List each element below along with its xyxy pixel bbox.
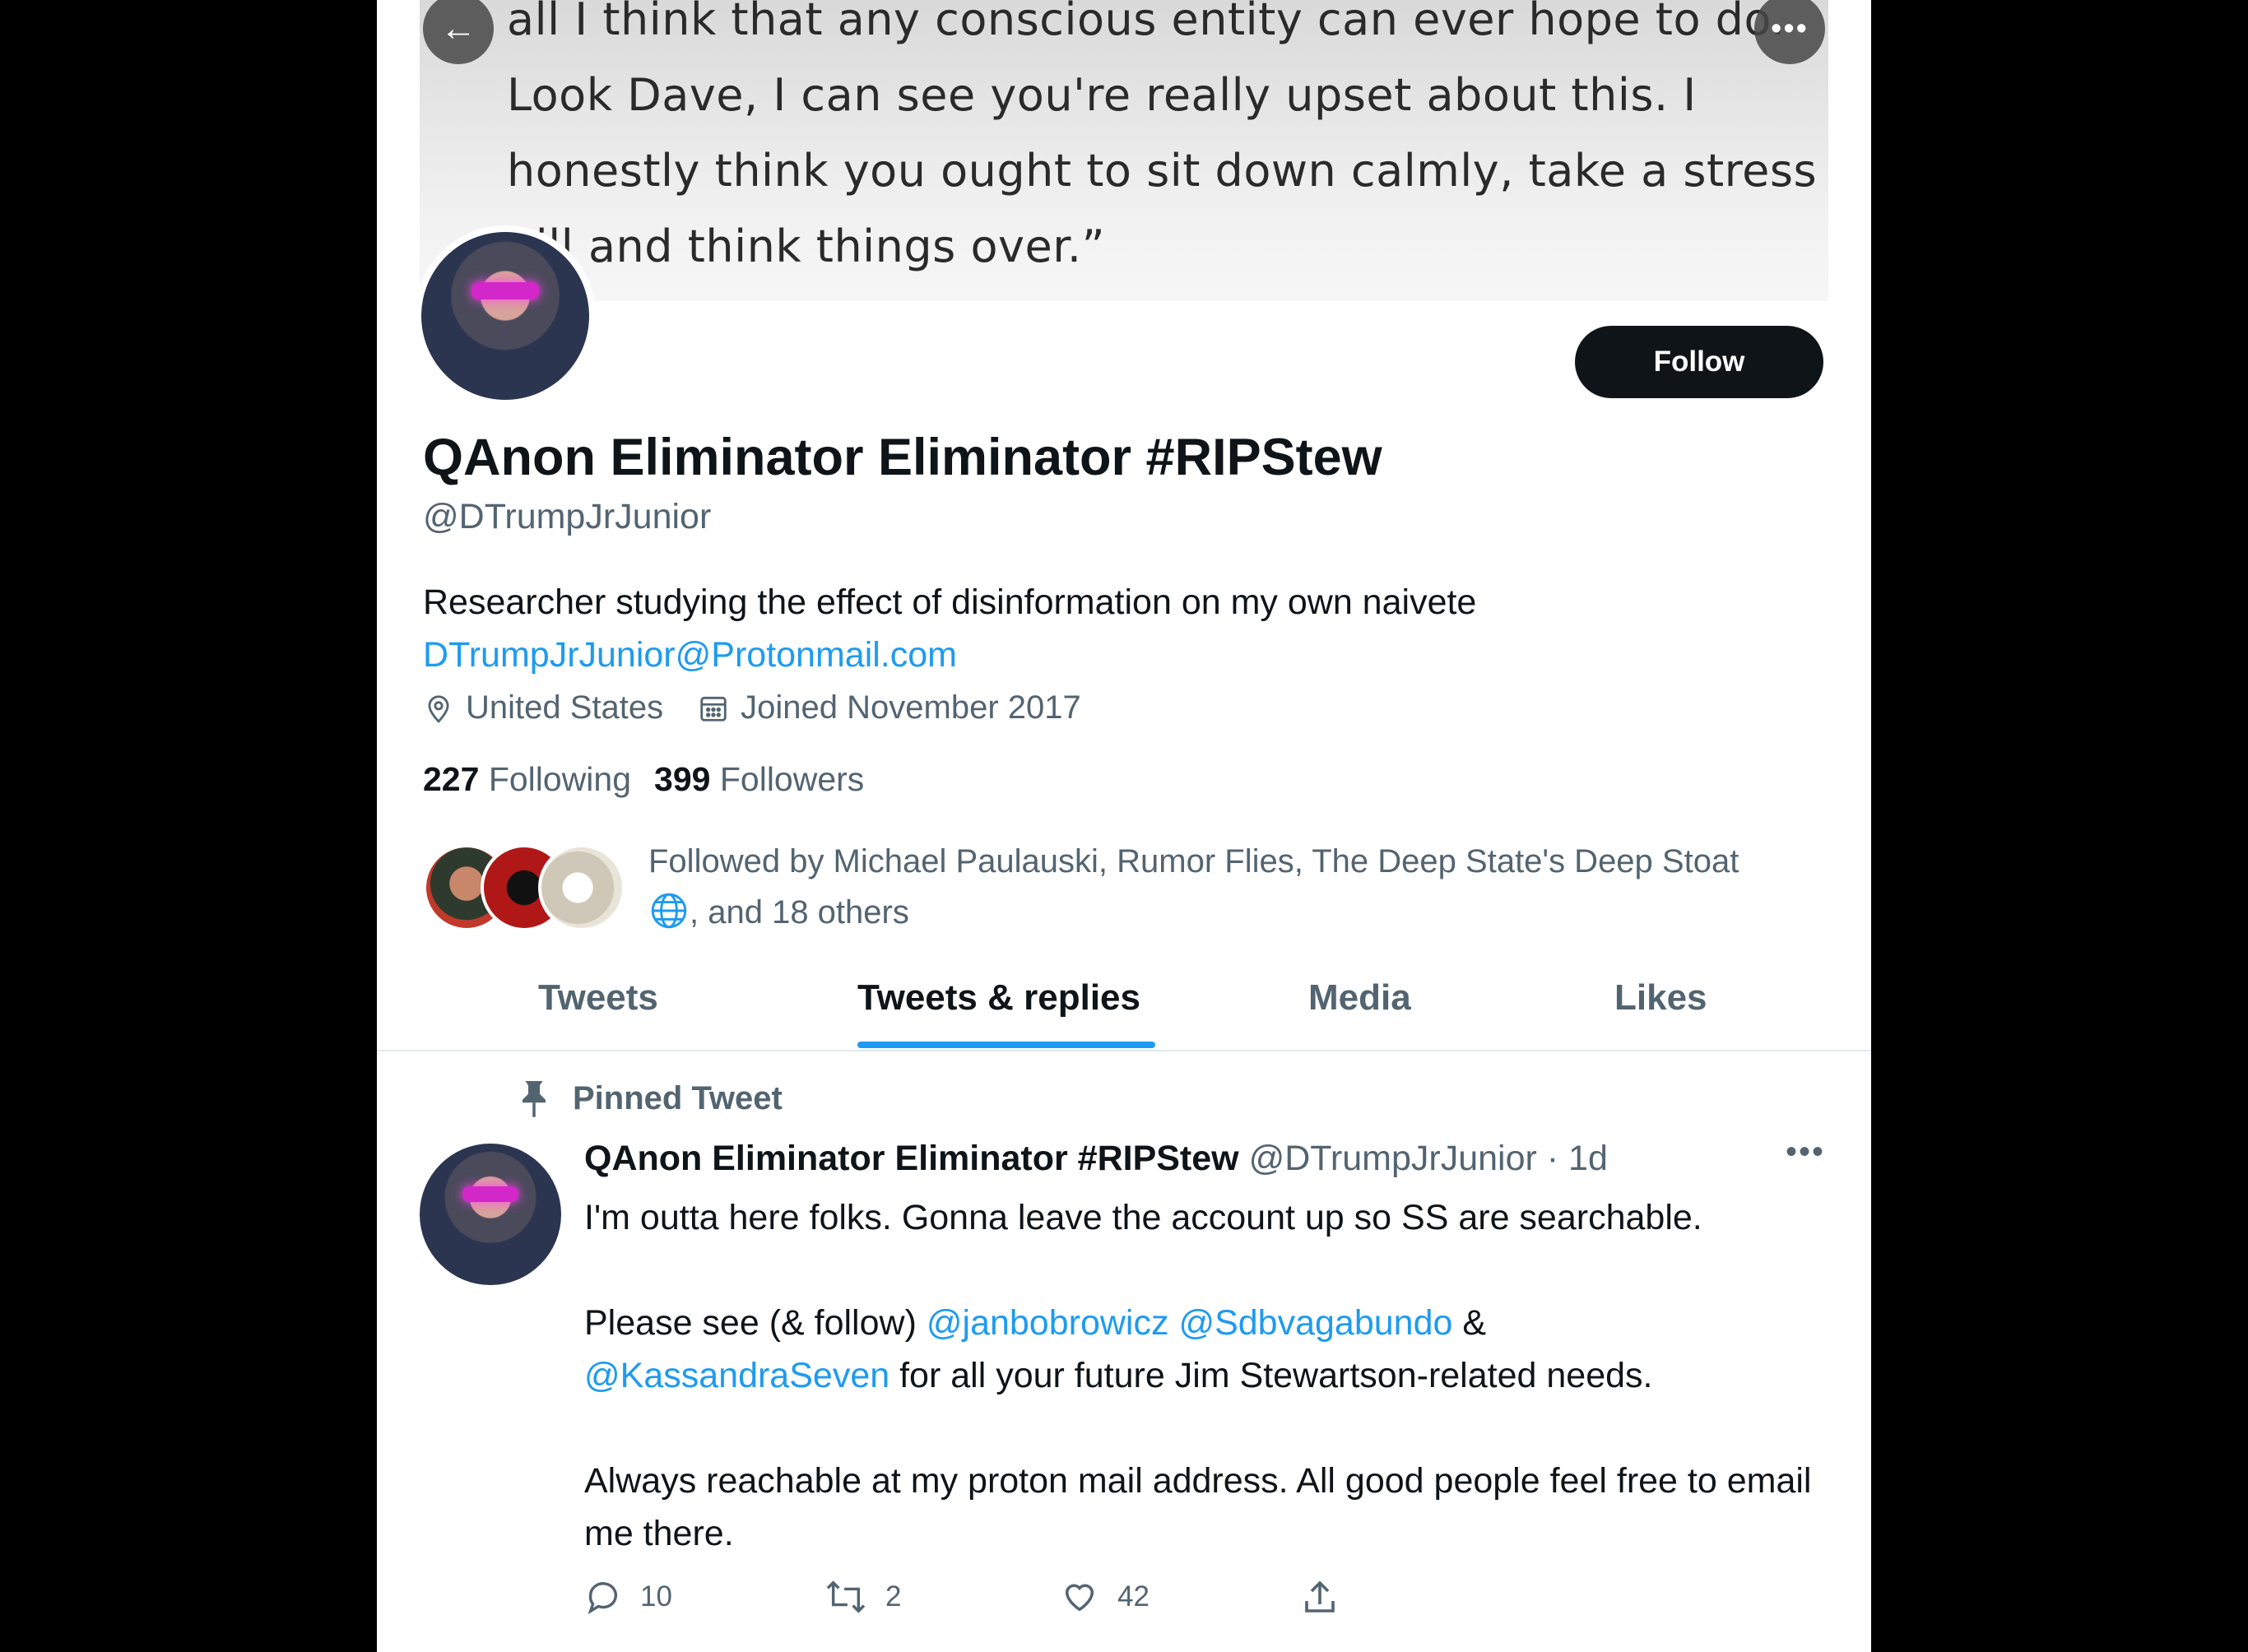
quote-line: Look Dave, I can see you're really upset… xyxy=(507,69,1697,121)
mention-link[interactable]: @KassandraSeven xyxy=(584,1356,889,1395)
mention-link[interactable]: @Sdbvagabundo xyxy=(1178,1303,1452,1343)
location-text: United States xyxy=(466,689,664,726)
globe-icon xyxy=(651,893,687,929)
tweet-avatar[interactable] xyxy=(420,1144,561,1285)
followed-by-line2: , and 18 others xyxy=(690,894,909,930)
profile-avatar[interactable] xyxy=(415,225,596,406)
profile-tabs: Tweets Tweets & replies Media Likes xyxy=(377,969,1871,1051)
tweet-author-handle-time: @DTrumpJrJunior · 1d xyxy=(1248,1139,1608,1178)
avatar-image xyxy=(421,232,589,400)
tab-tweets-replies[interactable]: Tweets & replies xyxy=(857,977,1140,1019)
pinned-text: Pinned Tweet xyxy=(573,1079,783,1116)
bio-text: Researcher studying the effect of disinf… xyxy=(423,582,1477,622)
retweet-button[interactable]: 2 xyxy=(824,1578,901,1616)
pinned-label: Pinned Tweet xyxy=(517,1078,783,1119)
tweet-paragraph: I'm outta here folks. Gonna leave the ac… xyxy=(584,1198,1702,1237)
like-button[interactable]: 42 xyxy=(1060,1578,1150,1616)
reply-icon xyxy=(588,1582,618,1615)
banner-image: all I think that any conscious entity ca… xyxy=(420,0,1828,301)
tweet-text-segment: for all your future Jim Stewartson-relat… xyxy=(889,1356,1653,1395)
share-button[interactable] xyxy=(1300,1578,1358,1617)
followed-by-line1: Followed by Michael Paulauski, Rumor Fli… xyxy=(648,843,1739,879)
tweet-text-segment: Please see (& follow) xyxy=(584,1303,927,1343)
following-count: 227 xyxy=(423,760,480,798)
pin-icon xyxy=(523,1081,546,1117)
more-icon: ••• xyxy=(1771,11,1809,46)
share-icon xyxy=(1305,1580,1335,1613)
quote-line: honestly think you ought to sit down cal… xyxy=(507,145,1818,197)
follow-counts: 227 Following 399 Followers xyxy=(423,760,864,799)
tweet-header: QAnon Eliminator Eliminator #RIPStew @DT… xyxy=(584,1139,1608,1179)
profile-banner: all I think that any conscious entity ca… xyxy=(377,0,1871,301)
tweet-text-segment: & xyxy=(1452,1303,1487,1343)
banner-quote: all I think that any conscious entity ca… xyxy=(507,0,1840,285)
active-tab-indicator xyxy=(857,1042,1155,1048)
quote-line: pill and think things over.” xyxy=(507,220,1106,272)
like-count: 42 xyxy=(1117,1580,1150,1613)
tweet-author-name[interactable]: QAnon Eliminator Eliminator #RIPStew xyxy=(584,1139,1239,1178)
followers-count: 399 xyxy=(654,760,711,798)
following-label: Following xyxy=(488,760,632,798)
tab-media[interactable]: Media xyxy=(1308,977,1411,1019)
tweet-text: I'm outta here folks. Gonna leave the ac… xyxy=(584,1191,1843,1613)
calendar-icon xyxy=(700,696,727,722)
mention-link[interactable]: @janbobrowicz xyxy=(927,1303,1169,1343)
tab-likes[interactable]: Likes xyxy=(1614,977,1707,1019)
profile-page: all I think that any conscious entity ca… xyxy=(377,0,1871,1652)
display-name: QAnon Eliminator Eliminator #RIPStew xyxy=(423,429,1382,486)
tweet-actions: 10 2 42 xyxy=(584,1578,1654,1627)
tab-tweets[interactable]: Tweets xyxy=(538,977,658,1019)
bio-email-link[interactable]: DTrumpJrJunior@Protonmail.com xyxy=(423,629,1476,681)
avatar xyxy=(538,844,625,931)
following-link[interactable]: 227 Following xyxy=(423,760,631,798)
reply-count: 10 xyxy=(640,1580,672,1613)
retweet-icon xyxy=(826,1580,866,1613)
profile-bio: Researcher studying the effect of disinf… xyxy=(423,576,1476,681)
arrow-left-icon: ← xyxy=(440,8,476,49)
reply-button[interactable]: 10 xyxy=(584,1578,672,1616)
tweet-more-icon[interactable]: ••• xyxy=(1786,1134,1825,1171)
tweet-paragraph: Please see (& follow) @janbobrowicz @Sdb… xyxy=(584,1297,1843,1402)
retweet-count: 2 xyxy=(885,1580,902,1613)
quote-line: all I think that any conscious entity ca… xyxy=(507,0,1786,45)
followed-by-text[interactable]: Followed by Michael Paulauski, Rumor Fli… xyxy=(648,836,1833,938)
profile-meta: United States Joined November 2017 xyxy=(423,689,1116,726)
joined-text: Joined November 2017 xyxy=(741,689,1081,726)
followers-label: Followers xyxy=(719,760,865,798)
heart-icon xyxy=(1065,1584,1094,1612)
location-icon xyxy=(428,694,449,723)
profile-handle: @DTrumpJrJunior xyxy=(423,497,712,536)
follow-button[interactable]: Follow xyxy=(1575,326,1823,398)
followers-link[interactable]: 399 Followers xyxy=(654,760,864,798)
tweet-paragraph: Always reachable at my proton mail addre… xyxy=(584,1461,1812,1553)
